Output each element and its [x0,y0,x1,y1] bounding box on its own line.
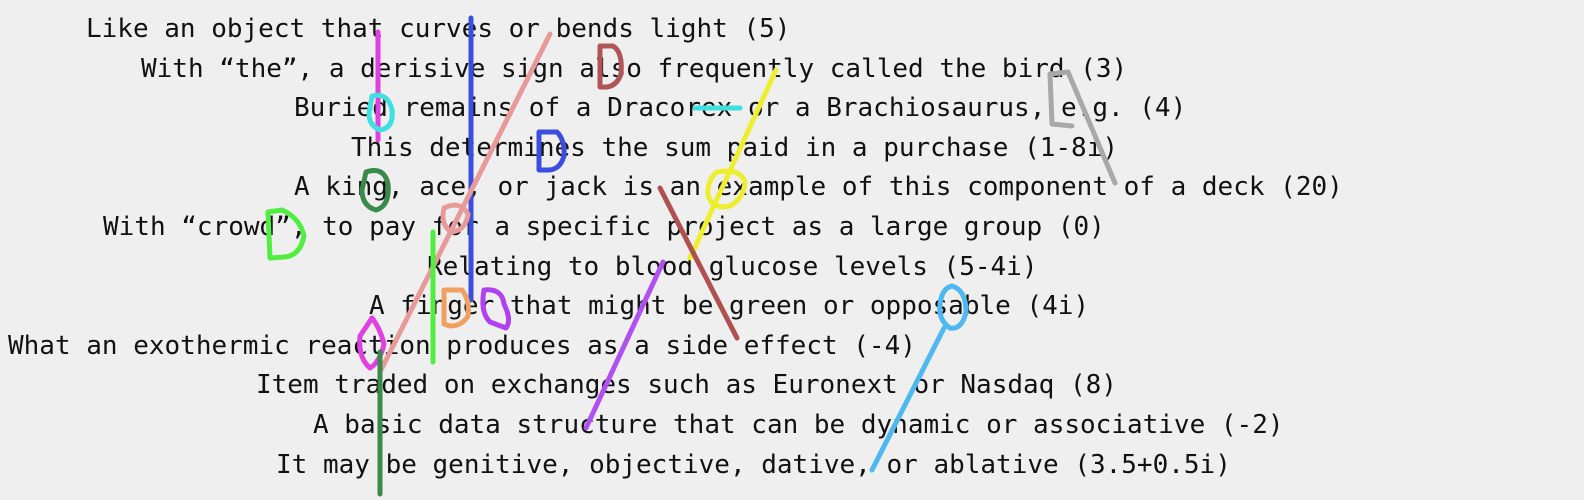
clue-line-6: With “crowd”, to pay for a specific proj… [103,212,1105,242]
clue-line-9: What an exothermic reaction produces as … [8,331,916,361]
clue-line-11: A basic data structure that can be dynam… [313,410,1284,440]
clue-line-10: Item traded on exchanges such as Euronex… [256,370,1117,400]
clue-line-3: Buried remains of a Dracorex or a Brachi… [294,93,1187,123]
puzzle-canvas: Like an object that curves or bends ligh… [0,0,1584,500]
clue-line-5: A king, ace, or jack is an example of th… [294,172,1343,202]
clue-line-7: Relating to blood glucose levels (5-4i) [427,252,1038,282]
clue-line-4: This determines the sum paid in a purcha… [351,133,1119,163]
pink-diagonal-stroke [377,31,553,375]
clue-line-12: It may be genitive, objective, dative, o… [276,450,1231,480]
clue-line-1: Like an object that curves or bends ligh… [86,14,791,44]
clue-line-8: A finger that might be green or opposabl… [369,291,1090,321]
gray-hook-stroke [1047,69,1118,186]
clue-line-2: With “the”, a derisive sign also frequen… [141,54,1128,84]
